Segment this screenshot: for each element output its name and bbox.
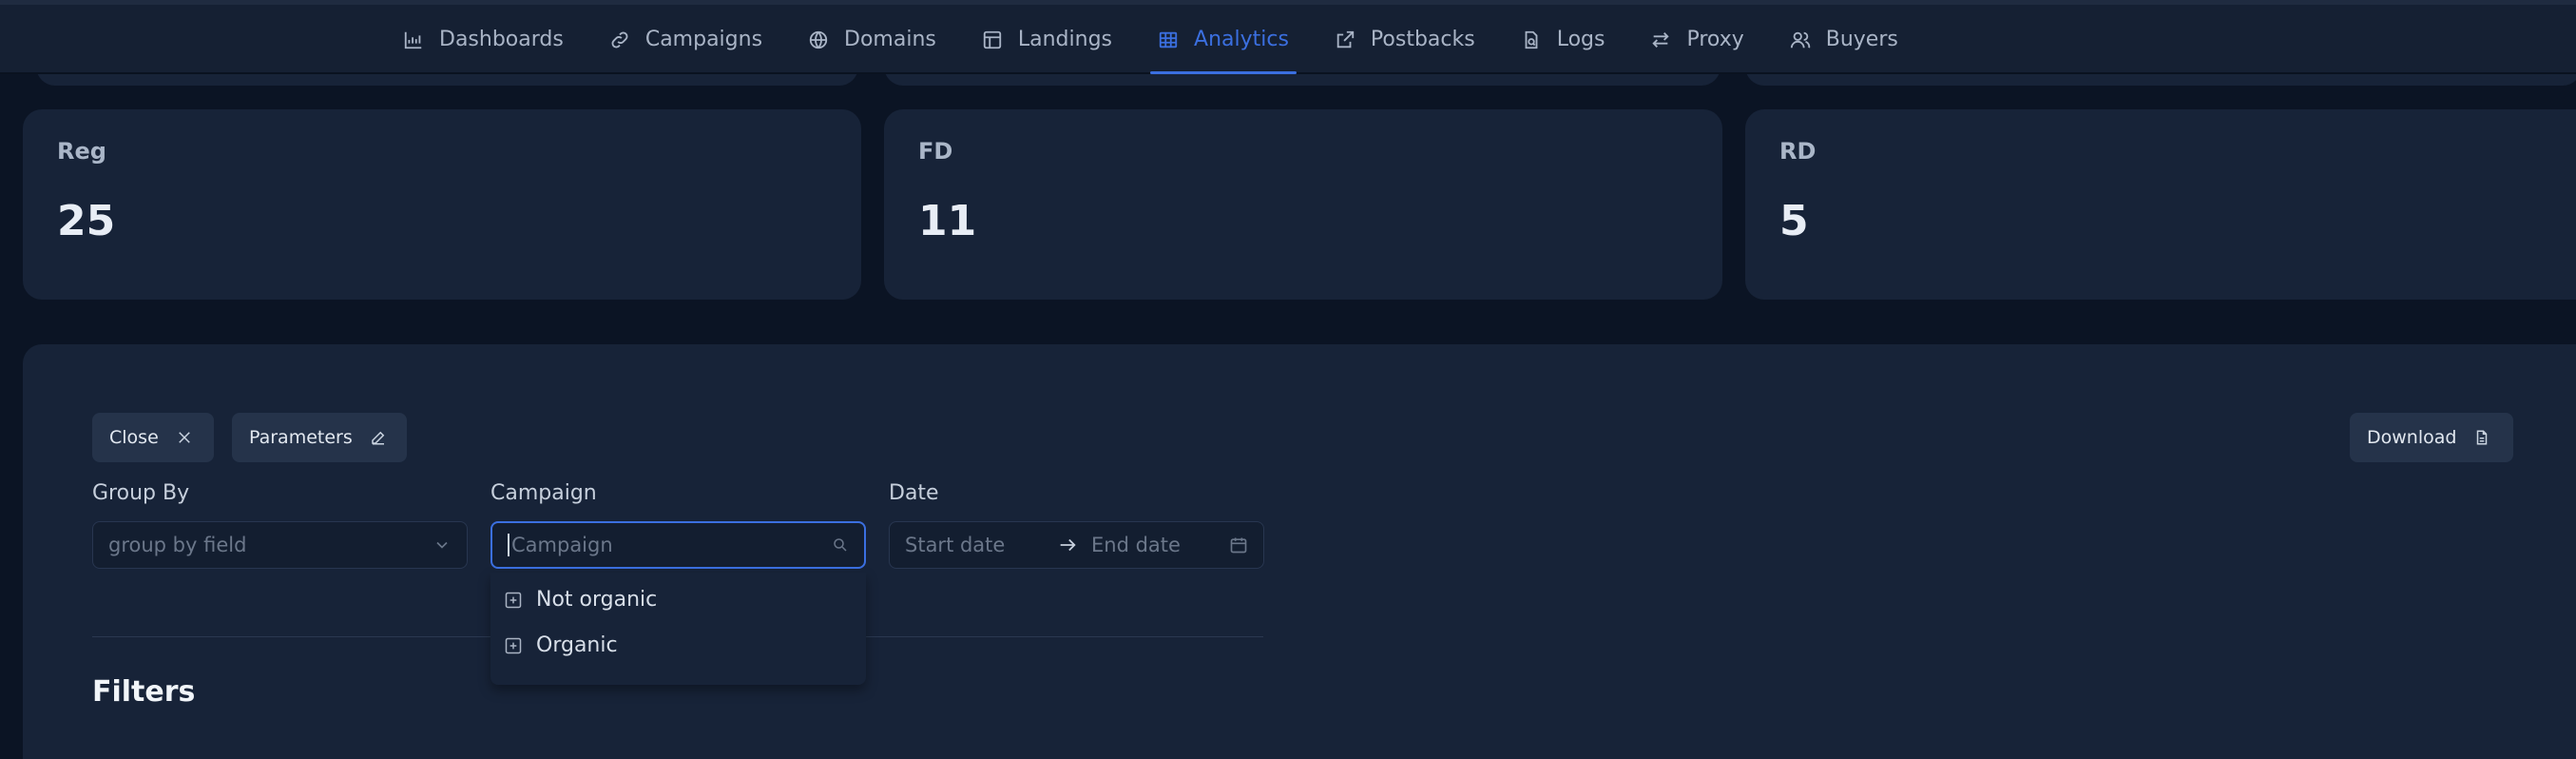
nav-item-dashboards[interactable]: Dashboards	[380, 5, 586, 74]
group-by-select[interactable]: group by field	[92, 521, 468, 569]
nav-item-label: Proxy	[1686, 28, 1744, 51]
text-cursor	[508, 534, 509, 556]
date-range-picker[interactable]: Start date End date	[889, 521, 1264, 569]
option-label: Organic	[536, 633, 618, 657]
campaign-search-input[interactable]: Campaign	[490, 521, 866, 569]
arrow-right-icon	[1060, 538, 1076, 552]
option-label: Not organic	[536, 588, 658, 612]
close-button-label: Close	[109, 427, 159, 448]
calendar-icon	[1230, 537, 1247, 554]
nav-item-postbacks[interactable]: Postbacks	[1312, 5, 1498, 74]
nav-item-label: Domains	[844, 28, 936, 51]
campaign-option-not-organic[interactable]: Not organic	[504, 588, 657, 612]
nav-item-landings[interactable]: Landings	[959, 5, 1135, 74]
stat-label: Reg	[57, 138, 106, 165]
stat-value: 5	[1779, 197, 1809, 245]
group-by-label: Group By	[92, 481, 190, 505]
end-date-placeholder[interactable]: End date	[1091, 534, 1181, 556]
download-button-label: Download	[2367, 427, 2457, 448]
users-icon	[1790, 31, 1810, 48]
nav-item-logs[interactable]: Logs	[1498, 5, 1628, 74]
top-navigation: Dashboards Campaigns Domains Landings An…	[0, 0, 2576, 74]
nav-item-label: Analytics	[1194, 28, 1289, 51]
nav-item-buyers[interactable]: Buyers	[1767, 5, 1921, 74]
arrows-icon	[1652, 31, 1670, 48]
edit-icon	[372, 431, 385, 445]
nav-item-campaigns[interactable]: Campaigns	[586, 5, 785, 74]
nav-item-label: Postbacks	[1370, 28, 1475, 51]
campaign-label: Campaign	[490, 481, 597, 505]
close-button[interactable]: Close	[92, 413, 214, 462]
nav-item-proxy[interactable]: Proxy	[1627, 5, 1766, 74]
stat-card-fd: FD 11	[884, 109, 1722, 300]
chart-icon	[404, 31, 422, 49]
stat-card-reg: Reg 25	[23, 109, 861, 300]
nav-item-label: Landings	[1017, 28, 1113, 51]
nav-item-label: Logs	[1556, 28, 1605, 51]
nav-item-label: Campaigns	[644, 28, 763, 51]
group-by-placeholder: group by field	[108, 534, 247, 556]
stat-value: 25	[57, 197, 116, 245]
plus-square-icon[interactable]	[504, 636, 523, 655]
stat-label: RD	[1779, 138, 1817, 165]
file-icon	[2477, 430, 2488, 445]
nav-item-analytics[interactable]: Analytics	[1135, 5, 1312, 74]
layout-icon	[983, 30, 1002, 49]
nav-items: Dashboards Campaigns Domains Landings An…	[380, 5, 1921, 74]
campaign-option-organic[interactable]: Organic	[504, 633, 618, 657]
nav-item-domains[interactable]: Domains	[785, 5, 959, 74]
parameters-button-label: Parameters	[249, 427, 353, 448]
parameters-button[interactable]: Parameters	[232, 413, 407, 462]
start-date-placeholder[interactable]: Start date	[905, 534, 1048, 556]
stat-label: FD	[918, 138, 953, 165]
globe-icon	[809, 30, 828, 49]
stat-value: 11	[918, 197, 977, 245]
campaign-dropdown: Not organic Organic	[490, 573, 866, 685]
plus-square-icon[interactable]	[504, 591, 523, 610]
stat-card-rd: RD 5	[1745, 109, 2576, 300]
download-button[interactable]: Download	[2350, 413, 2513, 462]
close-icon	[178, 432, 190, 443]
chevron-down-icon	[436, 541, 448, 549]
campaign-placeholder: Campaign	[511, 534, 613, 556]
file-search-icon	[1525, 30, 1538, 49]
link-icon	[611, 31, 628, 48]
date-label: Date	[889, 481, 939, 505]
filters-heading: Filters	[92, 675, 196, 709]
nav-item-label: Dashboards	[439, 28, 564, 51]
table-icon	[1159, 31, 1178, 48]
search-icon	[834, 538, 847, 552]
nav-item-label: Buyers	[1825, 28, 1898, 51]
external-link-icon	[1336, 30, 1355, 48]
